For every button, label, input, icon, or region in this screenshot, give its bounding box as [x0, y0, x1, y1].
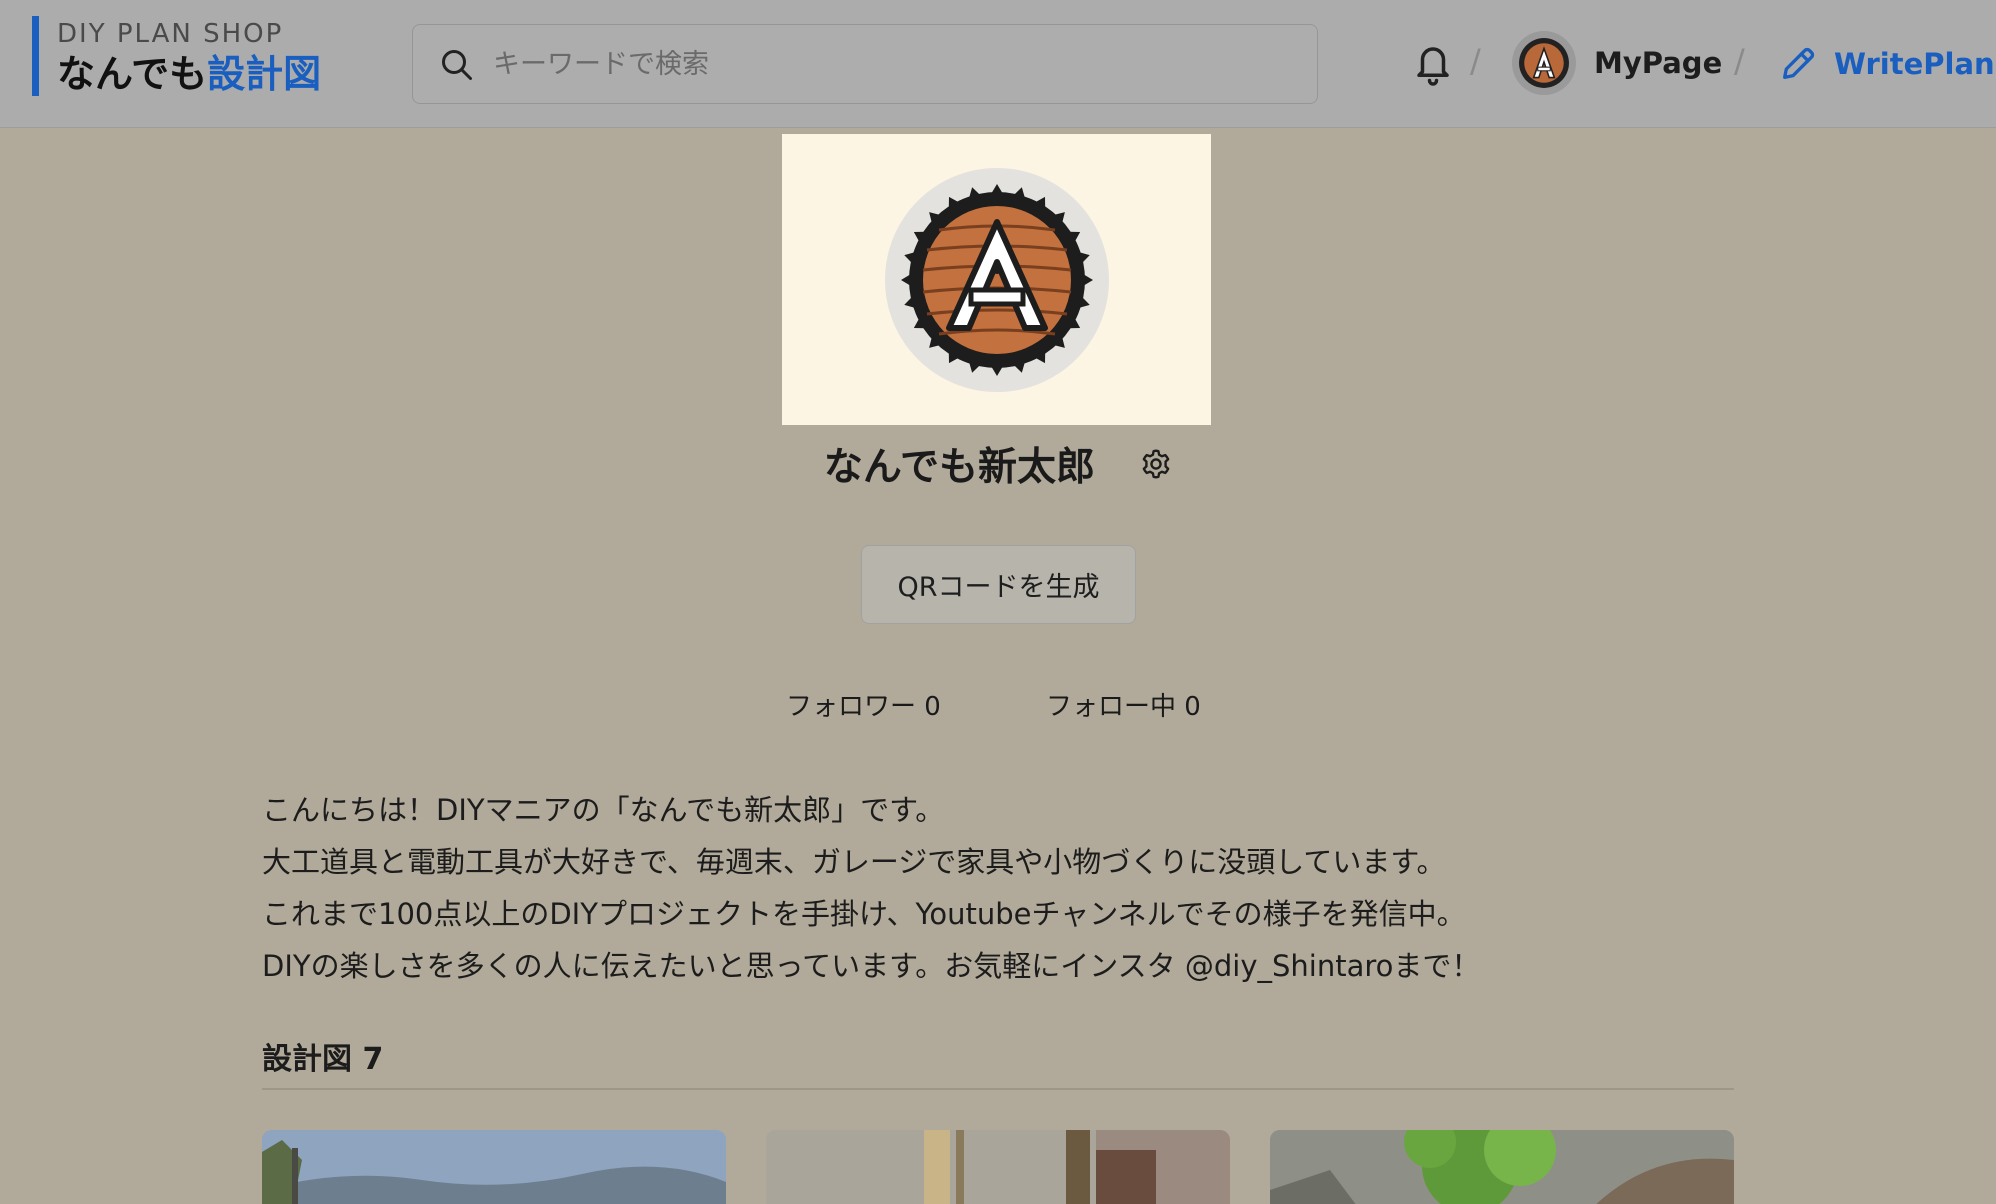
pencil-icon: [1783, 47, 1815, 80]
logo-title-main: なんでも: [57, 52, 208, 96]
header-separator: /: [1470, 42, 1481, 80]
writeplan-link[interactable]: WritePlan: [1778, 40, 1995, 88]
generate-qr-button[interactable]: QRコードを生成: [861, 545, 1136, 624]
bio-line: 大工道具と電動工具が大好きで、毎週末、ガレージで家具や小物づくりに没頭しています…: [262, 845, 1446, 879]
search-input[interactable]: [493, 35, 1293, 93]
plan-card[interactable]: [766, 1130, 1230, 1204]
logo-title: なんでも設計図: [57, 50, 321, 98]
following-link[interactable]: フォロー中 0: [1046, 686, 1201, 723]
plan-card[interactable]: [1270, 1130, 1734, 1204]
header-separator: /: [1734, 42, 1745, 80]
mypage-link[interactable]: MyPage: [1512, 30, 1722, 96]
avatar: [1512, 31, 1576, 95]
profile-image: [782, 134, 1211, 425]
gear-icon[interactable]: [1140, 448, 1172, 480]
profile-name: なんでも新太郎: [823, 445, 1095, 490]
saw-blade-logo-icon: [1519, 38, 1569, 88]
profile-bio: こんにちは！DIYマニアの「なんでも新太郎」です。 大工道具と電動工具が大好きで…: [262, 784, 1742, 992]
search-icon: [442, 50, 472, 80]
logo-subtitle: DIY PLAN SHOP: [57, 19, 284, 49]
site-logo[interactable]: DIY PLAN SHOP なんでも設計図: [32, 16, 321, 96]
saw-blade-logo-icon: [884, 167, 1109, 392]
plan-thumbnail: [1270, 1130, 1734, 1204]
writeplan-label: WritePlan: [1834, 47, 1995, 81]
bio-line: こんにちは！DIYマニアの「なんでも新太郎」です。: [262, 793, 945, 827]
bell-icon[interactable]: [1412, 40, 1454, 86]
plan-thumbnail: [766, 1130, 1230, 1204]
plan-card-list: [262, 1130, 1734, 1204]
section-divider: [262, 1088, 1734, 1090]
followers-link[interactable]: フォロワー 0: [786, 686, 941, 723]
mypage-label: MyPage: [1594, 46, 1723, 80]
bio-line: DIYの楽しさを多くの人に伝えたいと思っています。お気軽にインスタ @diy_S…: [262, 949, 1481, 983]
search-box: [412, 24, 1318, 104]
plan-thumbnail: [262, 1130, 726, 1204]
logo-title-accent: 設計図: [207, 52, 322, 96]
bio-line: これまで100点以上のDIYプロジェクトを手掛け、Youtubeチャンネルでその…: [262, 897, 1466, 931]
plan-card[interactable]: [262, 1130, 726, 1204]
profile-name-row: なんでも新太郎: [0, 436, 1996, 496]
app-header: DIY PLAN SHOP なんでも設計図 / MyPage /: [0, 0, 1996, 128]
plans-section-title: 設計図 7: [262, 1042, 384, 1077]
